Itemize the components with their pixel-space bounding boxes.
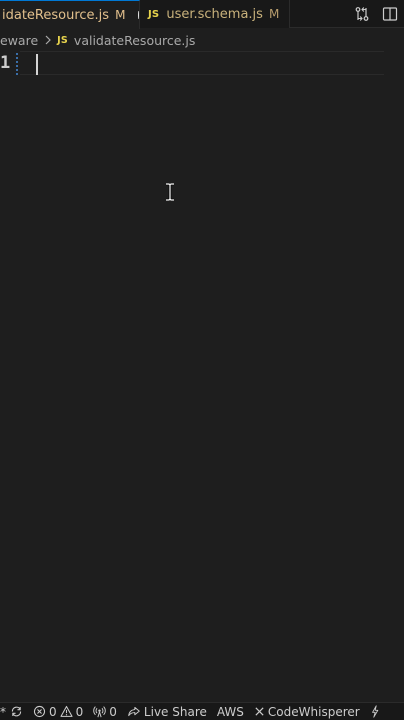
- tab-label: user.schema.js: [166, 6, 263, 22]
- editor-tab-bar: idateResource.js M JS user.schema.js M: [0, 0, 404, 29]
- close-icon: [254, 706, 265, 717]
- live-share-icon: [127, 705, 141, 718]
- lightning-icon: [370, 705, 380, 718]
- tab-label: idateResource.js: [2, 7, 110, 23]
- warning-count: 0: [75, 704, 84, 719]
- modified-badge: M: [268, 7, 280, 21]
- error-count: 0: [49, 704, 57, 719]
- js-icon: JS: [148, 8, 160, 20]
- codewhisperer-label: CodeWhisperer: [267, 704, 360, 719]
- chevron-right-icon: [44, 35, 52, 45]
- modified-badge: M: [115, 8, 126, 22]
- change-gutter-indicator: [16, 53, 18, 75]
- warning-icon: [60, 705, 73, 718]
- broadcast-icon: [93, 705, 106, 718]
- current-line-highlight: [20, 51, 384, 75]
- line-number: 1: [0, 53, 11, 73]
- breadcrumb-folder[interactable]: eware: [0, 33, 38, 48]
- live-share-button[interactable]: Live Share: [127, 705, 207, 719]
- tab-validate-resource[interactable]: idateResource.js M: [0, 0, 140, 29]
- live-share-label: Live Share: [143, 704, 207, 719]
- code-editor[interactable]: 1: [0, 51, 404, 702]
- codewhisperer-button[interactable]: CodeWhisperer: [254, 705, 360, 719]
- ports-indicator[interactable]: 0: [93, 705, 117, 719]
- tab-user-schema[interactable]: JS user.schema.js M: [140, 0, 290, 28]
- mouse-ibeam-cursor-icon: [165, 182, 175, 205]
- sync-button[interactable]: [10, 705, 23, 718]
- sync-icon: [10, 705, 23, 718]
- breadcrumb: eware JS validateResource.js: [0, 29, 404, 51]
- unsaved-dot-icon[interactable]: [138, 11, 139, 19]
- text-cursor: [36, 54, 38, 75]
- ports-count: 0: [109, 704, 117, 719]
- problems-indicator[interactable]: 0 0: [33, 705, 83, 719]
- aws-button[interactable]: AWS: [217, 705, 244, 719]
- compare-changes-icon[interactable]: [354, 6, 370, 22]
- split-editor-icon[interactable]: [382, 6, 398, 22]
- error-icon: [33, 705, 46, 718]
- notifications-button[interactable]: [370, 705, 380, 718]
- remote-indicator[interactable]: *: [0, 705, 6, 719]
- status-bar: * 0 0 0 Live Share AWS CodeWhisperer: [0, 702, 404, 720]
- aws-label: AWS: [216, 704, 244, 719]
- tab-actions: [354, 0, 398, 28]
- js-icon: JS: [57, 34, 68, 46]
- breadcrumb-file[interactable]: validateResource.js: [74, 33, 195, 48]
